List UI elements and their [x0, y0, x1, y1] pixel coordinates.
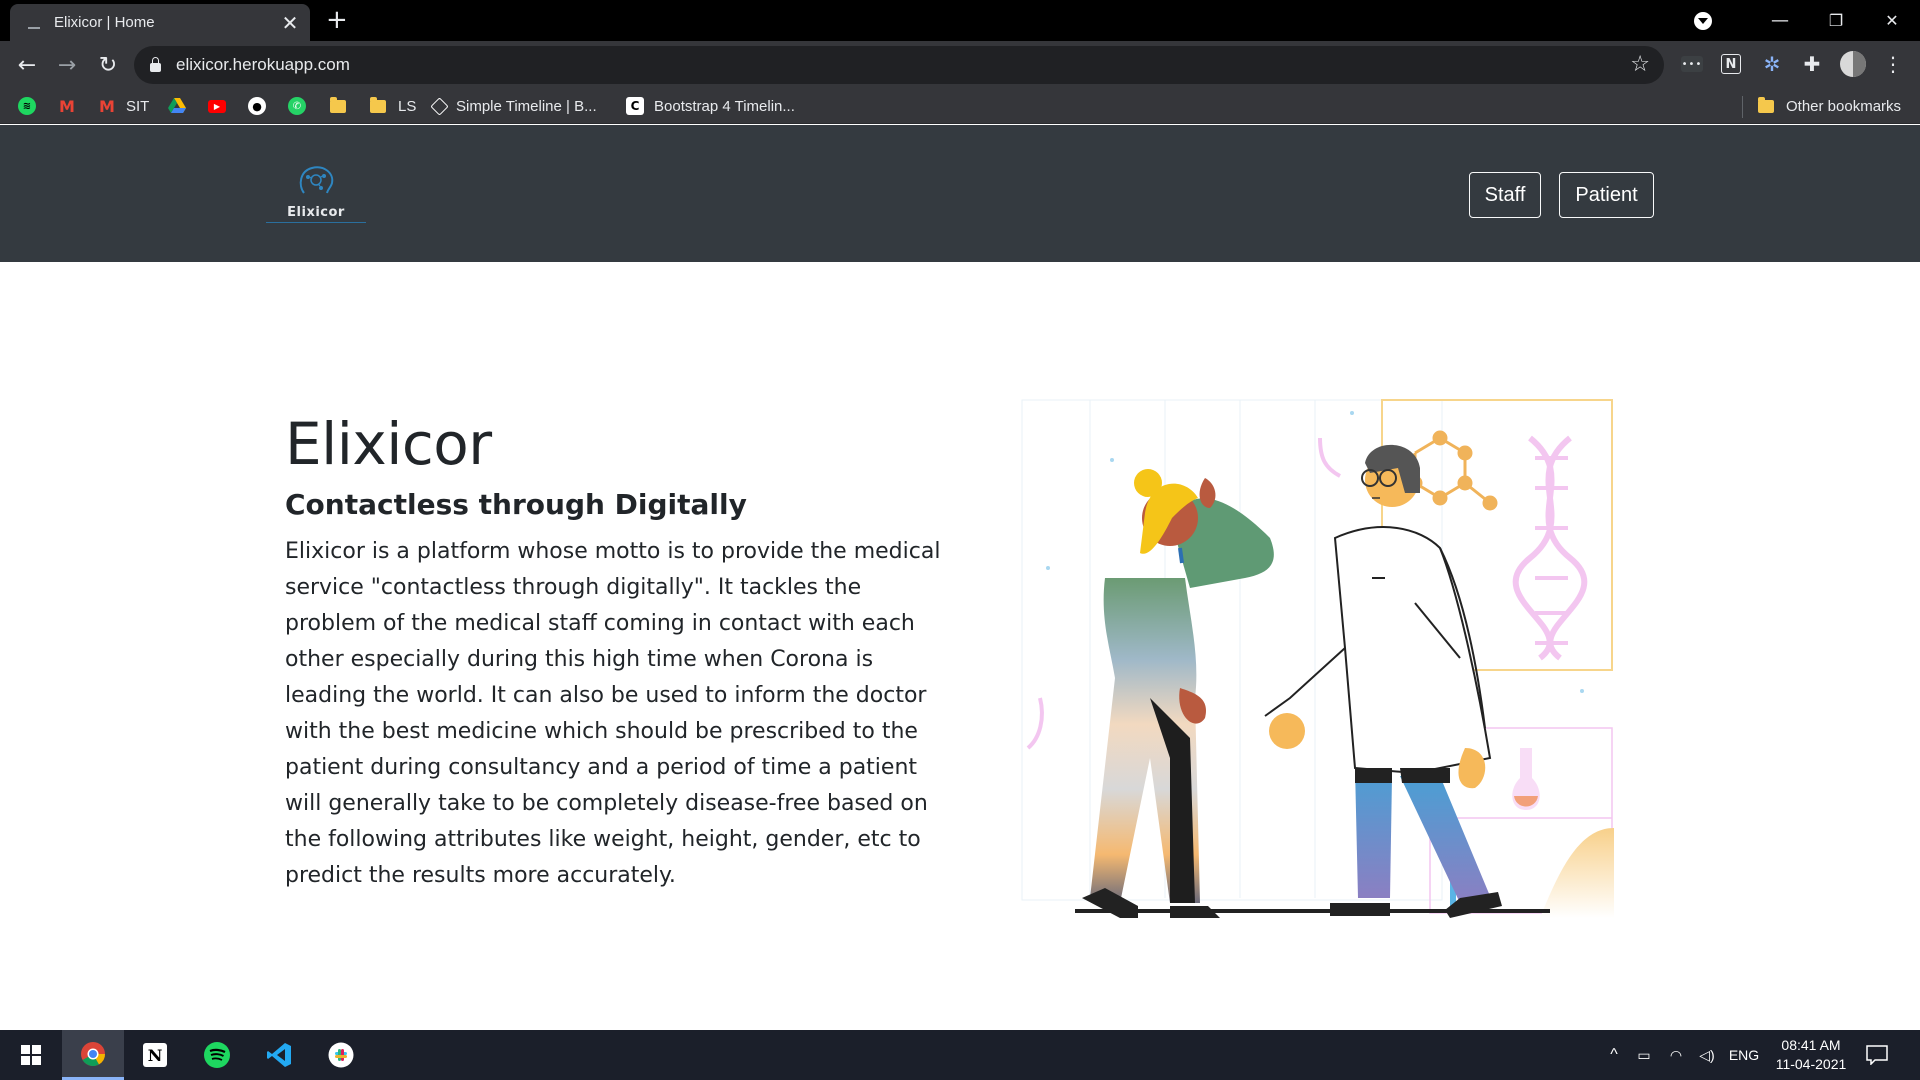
gmail-icon: M — [59, 96, 75, 116]
google-drive-icon — [168, 97, 186, 115]
show-hidden-icons-icon[interactable]: ^ — [1600, 1046, 1628, 1064]
reload-icon[interactable]: ↻ — [91, 48, 125, 82]
extension-gear-icon[interactable]: ✲ — [1759, 51, 1785, 77]
window-controls: — ❐ ✕ — [1694, 0, 1920, 41]
head-circuit-logo-icon — [299, 166, 334, 194]
codeply-icon: C — [626, 97, 644, 115]
gmail-icon: M — [99, 96, 115, 116]
notion-extension-icon[interactable]: N — [1721, 54, 1741, 74]
whatsapp-icon: ✆ — [288, 97, 306, 115]
battery-icon[interactable]: ▭ — [1628, 1047, 1660, 1064]
hero-description-line: patient during consultancy and a period … — [285, 755, 918, 780]
hero-description-line: service "contactless through digitally".… — [285, 575, 862, 600]
hero-description-line: predict the results more accurately. — [285, 863, 676, 888]
bookmark-simple-timeline[interactable]: Simple Timeline | B... — [430, 95, 597, 117]
tab-favicon-icon — [26, 15, 42, 31]
windows-start-icon[interactable] — [0, 1030, 62, 1080]
tab-search-icon[interactable] — [1694, 11, 1712, 30]
folder-icon — [370, 96, 386, 113]
spotify-icon[interactable] — [186, 1030, 248, 1080]
forward-icon[interactable]: → — [50, 48, 84, 82]
wifi-icon[interactable]: ◠ — [1660, 1047, 1692, 1064]
bookmark-label: Simple Timeline | B... — [456, 97, 597, 115]
bookmark-sit[interactable]: M SIT — [98, 95, 149, 117]
hero-description-line: leading the world. It can also be used t… — [285, 683, 927, 708]
elixicor-logo[interactable]: Elixicor — [266, 163, 366, 225]
bookmark-whatsapp[interactable]: ✆ — [288, 95, 306, 117]
site-navbar: Elixicor Staff Patient — [0, 125, 1920, 262]
bookmark-folder[interactable] — [330, 95, 346, 117]
windows-taskbar: N ^ ▭ ◠ ◁) ENG 08:41 AM 11-04-2021 — [0, 1030, 1920, 1080]
youtube-icon: ▶ — [208, 99, 226, 113]
folder-icon — [330, 96, 346, 113]
browser-toolbar: ← → ↻ elixicor.herokuapp.com ☆ ••• N ✲ ✚… — [0, 41, 1920, 88]
github-icon: ● — [248, 97, 266, 115]
bookmark-google-drive[interactable] — [168, 95, 186, 117]
bookmark-label: LS — [398, 97, 417, 115]
system-tray: ^ ▭ ◠ ◁) ENG — [1600, 1030, 1766, 1080]
logo-underline — [266, 222, 366, 223]
bookmark-folder-ls[interactable]: LS — [370, 95, 416, 117]
address-bar[interactable]: elixicor.herokuapp.com ☆ — [134, 46, 1664, 84]
profile-avatar[interactable] — [1840, 51, 1866, 77]
spotify-icon: ≋ — [18, 97, 36, 115]
language-indicator[interactable]: ENG — [1722, 1047, 1766, 1063]
clock-date: 11-04-2021 — [1775, 1056, 1847, 1072]
hero-description-line: with the best medicine which should be p… — [285, 719, 918, 744]
notifications-area — [1866, 1030, 1888, 1080]
back-icon[interactable]: ← — [10, 48, 44, 82]
staff-button[interactable]: Staff — [1469, 172, 1541, 218]
hero-description: Elixicor is a platform whose motto is to… — [285, 534, 941, 894]
bookmark-github[interactable]: ● — [248, 95, 266, 117]
hero-description-line: the following attributes like weight, he… — [285, 827, 921, 852]
url-text[interactable]: elixicor.herokuapp.com — [176, 55, 350, 75]
other-bookmarks[interactable]: Other bookmarks — [1758, 95, 1901, 117]
tab-title: Elixicor | Home — [54, 14, 155, 31]
patient-button[interactable]: Patient — [1559, 172, 1654, 218]
bookmarks-bar: ≋ M M SIT ▶ ● ✆ LS Simple Timeline | B..… — [0, 88, 1920, 124]
notification-center-icon[interactable] — [1866, 1045, 1888, 1065]
notion-icon[interactable]: N — [124, 1030, 186, 1080]
logo-text: Elixicor — [287, 205, 345, 220]
vscode-icon[interactable] — [248, 1030, 310, 1080]
bookmark-bootstrap-timeline[interactable]: C Bootstrap 4 Timelin... — [626, 95, 795, 117]
bookmark-label: Bootstrap 4 Timelin... — [654, 97, 795, 115]
lock-icon[interactable] — [150, 57, 161, 72]
hero-subtitle: Contactless through Digitally — [285, 488, 747, 521]
minimize-icon[interactable]: — — [1752, 10, 1808, 31]
hero-title: Elixicor — [285, 410, 492, 478]
hero-description-line: Elixicor is a platform whose motto is to… — [285, 539, 941, 564]
restore-icon[interactable]: ❐ — [1808, 11, 1864, 30]
bookmarks-separator — [1742, 96, 1743, 118]
bookmark-star-icon[interactable]: ☆ — [1630, 52, 1650, 77]
main-content: Elixicor Contactless through Digitally E… — [0, 262, 1920, 1030]
hero-description-line: other especially during this high time w… — [285, 647, 874, 672]
menu-kebab-icon[interactable]: ⋮ — [1880, 51, 1906, 77]
extension-dots-icon[interactable]: ••• — [1681, 56, 1703, 72]
codepen-icon — [430, 96, 449, 116]
other-bookmarks-label: Other bookmarks — [1786, 97, 1902, 115]
slack-icon[interactable] — [310, 1030, 372, 1080]
bookmark-youtube[interactable]: ▶ — [208, 95, 226, 117]
browser-tab[interactable]: Elixicor | Home ✕ — [10, 4, 310, 41]
browser-tabstrip: Elixicor | Home ✕ + — ❐ ✕ — [0, 0, 1920, 41]
doctor-patient-illustration — [1021, 399, 1614, 918]
hero-description-line: will generally take to be completely dis… — [285, 791, 928, 816]
clock[interactable]: 08:41 AM 11-04-2021 — [1766, 1036, 1856, 1074]
close-tab-icon[interactable]: ✕ — [280, 11, 300, 35]
new-tab-button[interactable]: + — [326, 7, 348, 33]
folder-icon — [1758, 96, 1774, 113]
volume-icon[interactable]: ◁) — [1692, 1047, 1722, 1064]
bookmark-gmail[interactable]: M — [58, 95, 76, 117]
bookmark-spotify[interactable]: ≋ — [18, 95, 36, 117]
close-window-icon[interactable]: ✕ — [1864, 11, 1920, 30]
clock-time: 08:41 AM — [1781, 1037, 1841, 1053]
hero-description-line: problem of the medical staff coming in c… — [285, 611, 915, 636]
chrome-icon[interactable] — [62, 1030, 124, 1080]
extensions-puzzle-icon[interactable]: ✚ — [1799, 51, 1825, 77]
bookmark-label: SIT — [126, 97, 150, 115]
